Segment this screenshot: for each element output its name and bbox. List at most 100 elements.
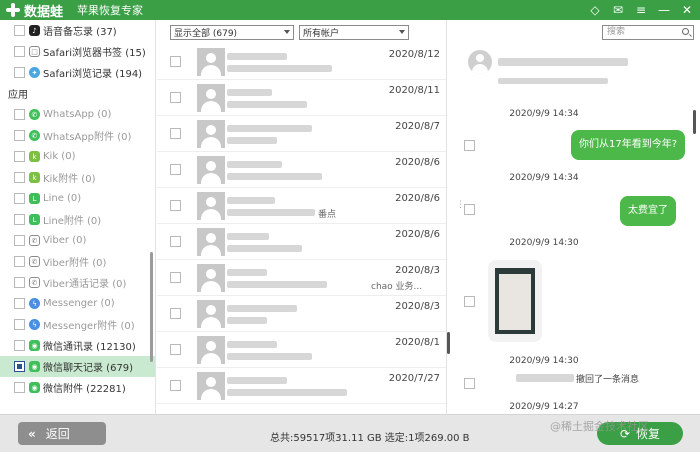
checkbox[interactable]	[14, 319, 25, 330]
checkbox[interactable]	[14, 235, 25, 246]
checkbox[interactable]	[170, 308, 181, 319]
sidebar-item-line-attachments[interactable]: L Line附件 (0)	[0, 209, 155, 230]
sidebar-item-whatsapp[interactable]: ✆ WhatsApp (0)	[0, 104, 155, 125]
checkbox[interactable]	[170, 128, 181, 139]
checkbox[interactable]	[14, 172, 25, 183]
whatsapp-icon: ✆	[29, 130, 40, 141]
checkbox[interactable]	[464, 204, 475, 215]
checkbox[interactable]	[14, 109, 25, 120]
sidebar-item-safari-history[interactable]: ✦ Safari浏览记录 (194)	[0, 62, 155, 83]
list-item[interactable]: 2020/8/3	[157, 296, 446, 332]
list-item[interactable]: chao 业务... 2020/8/3	[157, 260, 446, 296]
checkbox[interactable]	[14, 340, 25, 351]
chat-timestamp: 2020/9/9 14:27	[509, 402, 579, 412]
checkbox[interactable]	[170, 344, 181, 355]
list-item[interactable]: 2020/7/27	[157, 368, 446, 404]
messenger-icon: ϟ	[29, 319, 40, 330]
message-list-panel: 显示全部 (679) 所有帐户 2020/8/12 2020/8/11 2020…	[157, 20, 450, 414]
sidebar-item-messenger-attachments[interactable]: ϟ Messenger附件 (0)	[0, 314, 155, 335]
checkbox[interactable]	[170, 272, 181, 283]
chevron-down-icon	[284, 29, 290, 34]
panel-resize-grip[interactable]: ⋮	[456, 200, 465, 230]
message-snippet: 番点	[318, 210, 337, 220]
search-input[interactable]: 搜索	[602, 25, 694, 40]
sidebar-item-viber-attachments[interactable]: ✆ Viber附件 (0)	[0, 251, 155, 272]
sidebar-item-voice-memos[interactable]: ♪ 语音备忘录 (37)	[0, 20, 155, 41]
sidebar-item-safari-bookmarks[interactable]: □ Safari浏览器书签 (15)	[0, 41, 155, 62]
kik-icon: k	[29, 172, 40, 183]
chat-image[interactable]	[488, 260, 542, 342]
app-subtitle: 苹果恢复专家	[77, 4, 144, 17]
checkbox[interactable]	[170, 236, 181, 247]
checkbox[interactable]	[14, 67, 25, 78]
checkbox[interactable]	[464, 140, 475, 151]
checkbox[interactable]	[464, 378, 475, 389]
checkbox[interactable]	[14, 46, 25, 57]
checkbox[interactable]	[14, 256, 25, 267]
sidebar-item-viber-calls[interactable]: ✆ Viber通话记录 (0)	[0, 272, 155, 293]
close-icon[interactable]: ✕	[680, 2, 694, 18]
message-date: 2020/8/3	[395, 301, 440, 312]
chat-timestamp: 2020/9/9 14:34	[509, 109, 579, 119]
checkbox[interactable]	[464, 296, 475, 307]
checkbox[interactable]	[14, 277, 25, 288]
list-item[interactable]: 2020/8/7	[157, 116, 446, 152]
sidebar-item-wechat-contacts[interactable]: ◉ 微信通讯录 (12130)	[0, 335, 155, 356]
minimize-icon[interactable]: —	[657, 2, 671, 18]
checkbox[interactable]	[14, 130, 25, 141]
menu-icon[interactable]: ≡	[634, 2, 648, 18]
avatar	[197, 263, 225, 292]
sidebar-scrollbar[interactable]	[150, 252, 153, 362]
list-item[interactable]: 2020/8/6	[157, 152, 446, 188]
sidebar-item-kik-attachments[interactable]: k Kik附件 (0)	[0, 167, 155, 188]
sidebar-item-viber[interactable]: ✆ Viber (0)	[0, 230, 155, 251]
feedback-icon[interactable]: ✉	[611, 2, 625, 18]
checkbox[interactable]	[14, 214, 25, 225]
whatsapp-icon: ✆	[29, 109, 40, 120]
list-item[interactable]: 番点 2020/8/6	[157, 188, 446, 224]
message-snippet: chao 业务...	[371, 282, 423, 292]
checkbox[interactable]	[170, 92, 181, 103]
diamond-icon[interactable]: ◇	[588, 2, 602, 18]
list-item[interactable]: 2020/8/6	[157, 224, 446, 260]
chat-timestamp: 2020/9/9 14:30	[509, 238, 579, 248]
checkbox[interactable]	[14, 193, 25, 204]
logo-cross-icon	[6, 3, 20, 17]
chevron-down-icon	[399, 29, 405, 34]
checkbox[interactable]	[14, 151, 25, 162]
bookmark-icon: □	[29, 46, 40, 57]
avatar	[197, 335, 225, 364]
chat-timestamp: 2020/9/9 14:34	[509, 173, 579, 183]
chat-scrollbar[interactable]	[693, 110, 696, 134]
checkbox[interactable]	[14, 25, 25, 36]
sidebar-item-line[interactable]: L Line (0)	[0, 188, 155, 209]
show-all-select[interactable]: 显示全部 (679)	[170, 24, 294, 40]
sidebar-item-whatsapp-attachments[interactable]: ✆ WhatsApp附件 (0)	[0, 125, 155, 146]
checkbox[interactable]	[14, 298, 25, 309]
checkbox[interactable]	[170, 380, 181, 391]
checkbox[interactable]	[14, 382, 25, 393]
sidebar-item-messenger[interactable]: ϟ Messenger (0)	[0, 293, 155, 314]
list-item[interactable]: 2020/8/12	[157, 44, 446, 80]
account-select[interactable]: 所有帐户	[299, 24, 409, 40]
list-item[interactable]: 2020/8/11	[157, 80, 446, 116]
checkbox[interactable]	[170, 164, 181, 175]
sidebar-item-wechat-attachments[interactable]: ◉ 微信附件 (22281)	[0, 377, 155, 398]
filter-bar: 显示全部 (679) 所有帐户	[157, 20, 446, 44]
messenger-icon: ϟ	[29, 298, 40, 309]
sidebar-item-wechat-chats[interactable]: ◉ 微信聊天记录 (679)	[0, 356, 155, 377]
message-date: 2020/7/27	[388, 373, 440, 384]
chat-bubble: 你们从17年看到今年?	[571, 130, 686, 160]
avatar	[197, 47, 225, 76]
back-button[interactable]: « 返回	[18, 422, 106, 445]
checkbox[interactable]	[14, 361, 25, 372]
chat-bubble: 太费宜了	[620, 196, 676, 226]
recall-notice: 撤回了一条消息	[576, 375, 640, 385]
sidebar-item-kik[interactable]: k Kik (0)	[0, 146, 155, 167]
checkbox[interactable]	[170, 56, 181, 67]
message-date: 2020/8/3	[395, 265, 440, 276]
checkbox[interactable]	[170, 200, 181, 211]
search-icon	[682, 28, 689, 35]
avatar	[197, 119, 225, 148]
list-item[interactable]: 2020/8/1	[157, 332, 446, 368]
